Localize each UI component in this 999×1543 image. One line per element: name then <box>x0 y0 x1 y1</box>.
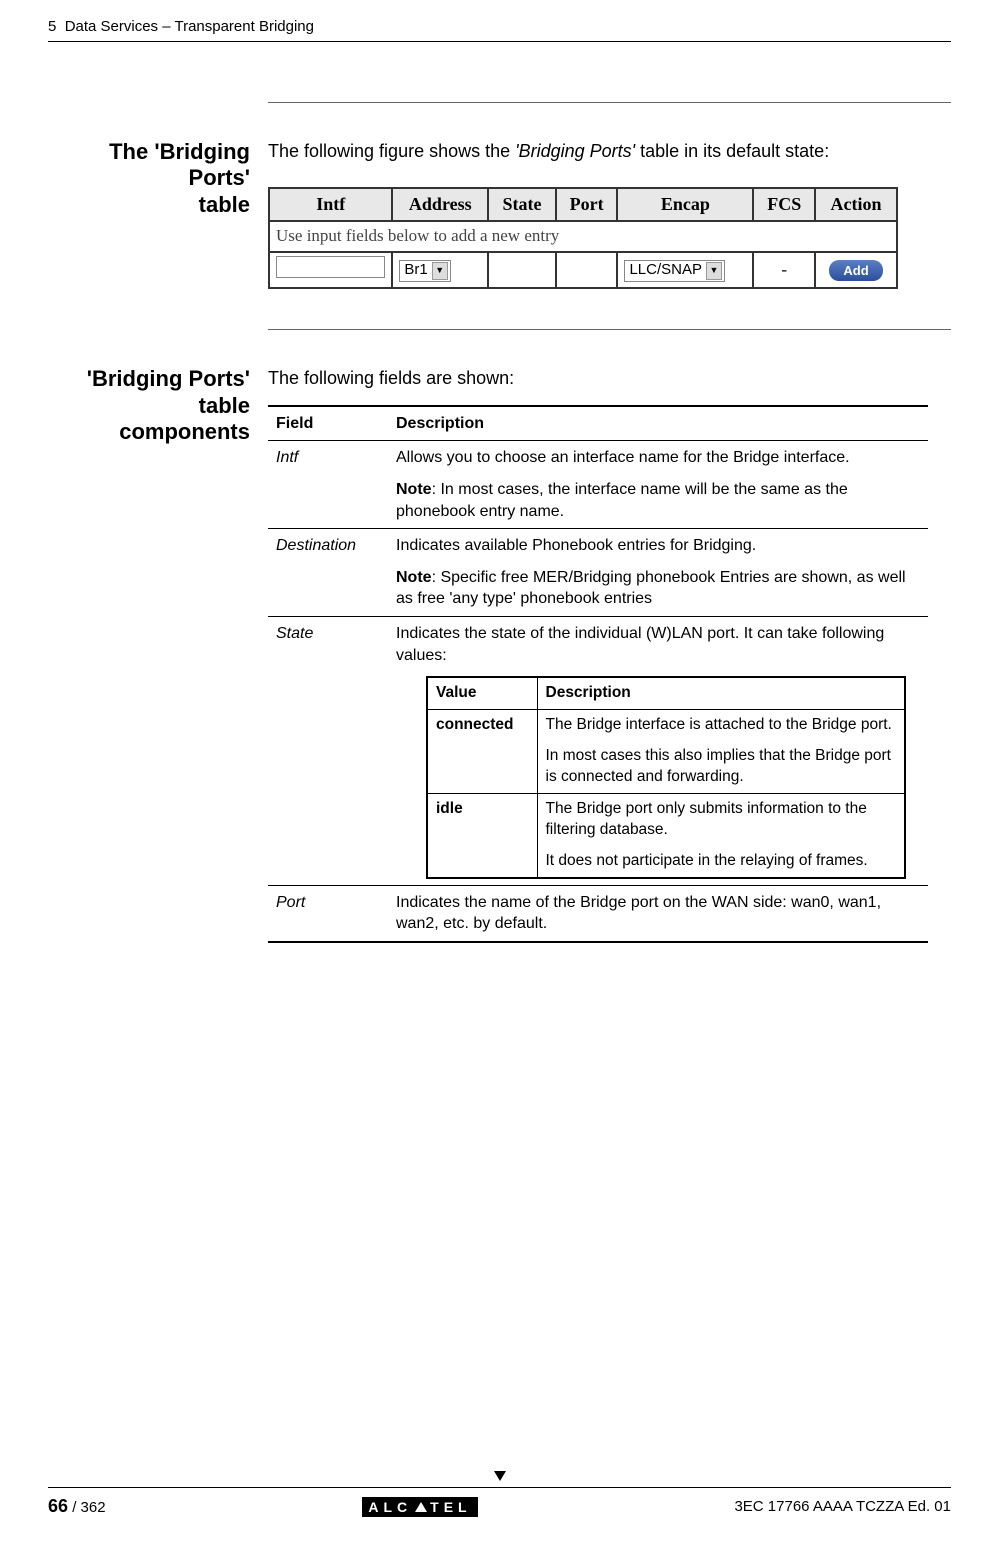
footer-row: 66 / 362 ALCTEL 3EC 17766 AAAA TCZZA Ed.… <box>48 1496 951 1517</box>
field-desc-destination: Indicates available Phonebook entries fo… <box>388 529 928 617</box>
field-desc-intf: Allows you to choose an interface name f… <box>388 441 928 529</box>
row-intf: Intf Allows you to choose an interface n… <box>268 441 928 529</box>
triangle-up-icon <box>415 1502 427 1512</box>
chapter-number: 5 <box>48 18 56 35</box>
state-values-table: Value Description connected The Bridge i… <box>426 676 906 878</box>
section-content: The following figure shows the 'Bridging… <box>268 139 951 289</box>
intro-text: The following figure shows the 'Bridging… <box>268 139 951 163</box>
doc-reference: 3EC 17766 AAAA TCZZA Ed. 01 <box>734 1498 951 1515</box>
bridging-ports-ui-table: Intf Address State Port Encap FCS Action… <box>268 187 898 289</box>
row-port: Port Indicates the name of the Bridge po… <box>268 885 928 942</box>
chevron-down-icon: ▼ <box>432 262 448 280</box>
section-bridging-ports-components: 'Bridging Ports' table components The fo… <box>48 366 951 942</box>
hint-text: Use input fields below to add a new entr… <box>269 221 897 252</box>
row-state: State Indicates the state of the individ… <box>268 616 928 885</box>
intf-input[interactable] <box>276 256 385 278</box>
chevron-down-icon: ▼ <box>706 262 722 280</box>
page-number: 66 / 362 <box>48 1496 106 1517</box>
col-address: Address <box>392 188 488 220</box>
row-destination: Destination Indicates available Phoneboo… <box>268 529 928 617</box>
fields-header-row: Field Description <box>268 406 928 441</box>
section-content: The following fields are shown: Field De… <box>268 366 951 942</box>
field-desc-state: Indicates the state of the individual (W… <box>388 616 928 885</box>
section-label: The 'Bridging Ports' table <box>48 139 268 289</box>
table-header-row: Intf Address State Port Encap FCS Action <box>269 188 897 220</box>
header-description: Description <box>388 406 928 441</box>
col-encap: Encap <box>617 188 753 220</box>
col-state: State <box>488 188 556 220</box>
field-name-destination: Destination <box>268 529 388 617</box>
brand-wrap <box>48 1471 951 1481</box>
header-rule <box>48 41 951 42</box>
label-line2: components <box>119 419 250 444</box>
nested-header-desc: Description <box>537 677 905 709</box>
field-name-intf: Intf <box>268 441 388 529</box>
section-divider-2 <box>268 329 951 330</box>
nested-header-row: Value Description <box>427 677 905 709</box>
label-line2: table <box>199 192 250 217</box>
value-connected: connected <box>427 710 537 794</box>
footer-rule <box>48 1487 951 1488</box>
nested-row-connected: connected The Bridge interface is attach… <box>427 710 905 794</box>
nested-header-value: Value <box>427 677 537 709</box>
desc-idle: The Bridge port only submits information… <box>537 793 905 877</box>
fcs-cell: - <box>753 252 815 289</box>
section-divider-1 <box>268 102 951 103</box>
value-idle: idle <box>427 793 537 877</box>
col-intf: Intf <box>269 188 392 220</box>
field-name-port: Port <box>268 885 388 942</box>
field-name-state: State <box>268 616 388 885</box>
col-action: Action <box>815 188 897 220</box>
section-label: 'Bridging Ports' table components <box>48 366 268 942</box>
col-port: Port <box>556 188 618 220</box>
desc-connected: The Bridge interface is attached to the … <box>537 710 905 794</box>
chapter-header: 5 Data Services – Transparent Bridging <box>48 18 951 35</box>
port-cell <box>556 252 618 289</box>
page-footer: 66 / 362 ALCTEL 3EC 17766 AAAA TCZZA Ed.… <box>48 1471 951 1517</box>
triangle-down-icon <box>494 1471 506 1481</box>
input-row: Br1 ▼ LLC/SNAP ▼ - Add <box>269 252 897 289</box>
label-line1: The 'Bridging Ports' <box>109 139 250 190</box>
action-cell: Add <box>815 252 897 289</box>
chapter-title: Data Services – Transparent Bridging <box>65 18 314 35</box>
address-cell: Br1 ▼ <box>392 252 488 289</box>
header-field: Field <box>268 406 388 441</box>
fields-table: Field Description Intf Allows you to cho… <box>268 405 928 943</box>
hint-row: Use input fields below to add a new entr… <box>269 221 897 252</box>
col-fcs: FCS <box>753 188 815 220</box>
section-bridging-ports-table: The 'Bridging Ports' table The following… <box>48 139 951 289</box>
encap-cell: LLC/SNAP ▼ <box>617 252 753 289</box>
state-cell <box>488 252 556 289</box>
address-select[interactable]: Br1 ▼ <box>399 260 450 282</box>
intf-input-cell <box>269 252 392 289</box>
encap-select[interactable]: LLC/SNAP ▼ <box>624 260 725 282</box>
nested-row-idle: idle The Bridge port only submits inform… <box>427 793 905 877</box>
intro-text: The following fields are shown: <box>268 366 951 390</box>
add-button[interactable]: Add <box>829 260 882 282</box>
label-line1: 'Bridging Ports' table <box>87 366 250 417</box>
field-desc-port: Indicates the name of the Bridge port on… <box>388 885 928 942</box>
alcatel-logo: ALCTEL <box>362 1497 477 1517</box>
